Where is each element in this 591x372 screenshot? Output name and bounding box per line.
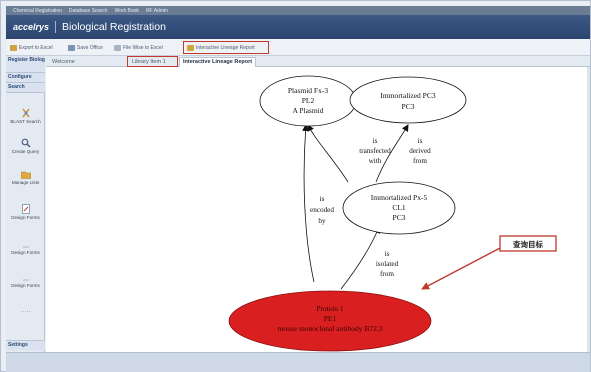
node-label: PC3 <box>393 213 406 222</box>
edge-label: from <box>380 270 394 278</box>
sidebar-item-blast-search[interactable]: BLAST Search <box>6 108 45 124</box>
node-label: A Plasmid <box>292 106 323 115</box>
edge-label: is <box>385 250 390 258</box>
search-icon <box>21 138 30 148</box>
sidebar-item-create-query[interactable]: Create Query <box>6 138 45 154</box>
save-icon <box>68 44 75 51</box>
topnav-work-book[interactable]: Work Book <box>115 8 139 14</box>
tab-highlight-box <box>127 56 178 67</box>
sidebar-section-search[interactable]: Search <box>6 83 45 93</box>
app-title: Biological Registration <box>62 21 166 33</box>
divider-dots-icon <box>20 311 31 312</box>
create-query-label: Create Query <box>11 149 40 154</box>
sidebar-item-design-forms-1[interactable]: Design Forms <box>6 204 45 220</box>
edge-label: from <box>413 157 427 165</box>
tab-welcome[interactable]: Welcome <box>52 57 75 67</box>
manage-lists-label: Manage Lists <box>11 180 40 185</box>
save-office-button[interactable]: Save Office <box>68 42 103 53</box>
topnav-chemical-registration[interactable]: Chemical Registration <box>13 8 62 14</box>
design-forms-label: Design Forms <box>11 215 40 220</box>
excel-icon <box>10 44 17 51</box>
sidebar-section-register-biologics[interactable]: Register Biologics <box>6 56 45 73</box>
lineage-canvas[interactable]: Plasmid Fx-3 PL2 A Plasmid Immortalized … <box>46 67 587 352</box>
node-label: PE1 <box>324 314 337 323</box>
dna-icon <box>21 108 30 118</box>
node-label: Immortalized PC3 <box>380 91 435 100</box>
edge-label: encoded <box>310 206 334 214</box>
edge-label: transfected <box>359 147 391 155</box>
export-excel-button[interactable]: Export to Excel <box>10 42 53 53</box>
save-office-label: Save Office <box>77 44 103 51</box>
file-wise-excel-label: File Wise to Excel <box>123 44 163 51</box>
separator-icon <box>22 279 29 281</box>
toolbar: Export to Excel Save Office File Wise to… <box>6 39 590 56</box>
edge-label: is <box>320 195 325 203</box>
edge-transfected-with <box>307 124 349 183</box>
design-forms-label: Design Forms <box>11 250 40 255</box>
design-forms-label: Design Forms <box>11 283 40 288</box>
file-icon <box>114 44 121 51</box>
node-label: CL1 <box>392 203 406 212</box>
callout-arrow <box>421 246 503 290</box>
edge-label: is <box>373 137 378 145</box>
edge-encoded-by <box>302 124 315 283</box>
folder-icon <box>20 171 31 179</box>
edge-label: is <box>418 137 423 145</box>
top-navigation: Chemical Registration Database Search Wo… <box>6 6 590 15</box>
node-immortalized-pc3 <box>349 76 467 124</box>
form-icon <box>21 204 30 214</box>
accelrys-logo: accelrys <box>13 22 50 32</box>
sidebar-section-configure[interactable]: Configure <box>6 73 45 83</box>
vertical-scrollbar[interactable] <box>587 67 590 352</box>
brand-divider <box>55 21 57 33</box>
topnav-database-search[interactable]: Database Search <box>69 8 108 14</box>
topnav-rf-admin[interactable]: RF Admin <box>146 8 168 14</box>
node-label: Immortalized Px-5 <box>371 193 428 202</box>
brand-header: accelrys Biological Registration <box>6 15 590 39</box>
edge-label: by <box>318 217 326 225</box>
edge-label: with <box>369 157 382 165</box>
node-label: PC3 <box>402 102 415 111</box>
sidebar-item-manage-lists[interactable]: Manage Lists <box>6 170 45 185</box>
node-label: mouse monoclonal antibody B72.3 <box>278 324 383 333</box>
node-label: Protein 1 <box>316 304 344 313</box>
node-label: Plasmid Fx-3 <box>288 86 328 95</box>
tab-bar: Welcome Library Item 1 Interactive Linea… <box>46 56 590 67</box>
callout-label: 查询目标 <box>513 239 543 249</box>
separator-icon <box>22 246 29 248</box>
sidebar-section-settings[interactable]: Settings <box>6 340 45 350</box>
edge-isolated-from <box>340 226 381 290</box>
lineage-graph: Plasmid Fx-3 PL2 A Plasmid Immortalized … <box>228 75 557 352</box>
edge-label: isolated <box>376 260 399 268</box>
sidebar-item-design-forms-3[interactable]: Design Forms <box>6 278 45 288</box>
edge-label: derived <box>409 147 431 155</box>
blast-search-label: BLAST Search <box>10 119 41 124</box>
node-label: PL2 <box>302 96 315 105</box>
toolbar-highlight-box <box>183 41 269 54</box>
sidebar-item-design-forms-2[interactable]: Design Forms <box>6 245 45 255</box>
sidebar-divider <box>6 309 45 314</box>
tab-interactive-lineage-report[interactable]: Interactive Lineage Report <box>179 57 257 67</box>
file-wise-excel-button[interactable]: File Wise to Excel <box>114 42 163 53</box>
app-window: Chemical Registration Database Search Wo… <box>0 0 591 372</box>
bottom-panel <box>6 352 590 372</box>
sidebar: Register Biologics Configure Search BLAS… <box>6 56 45 352</box>
export-excel-label: Export to Excel <box>19 44 53 51</box>
